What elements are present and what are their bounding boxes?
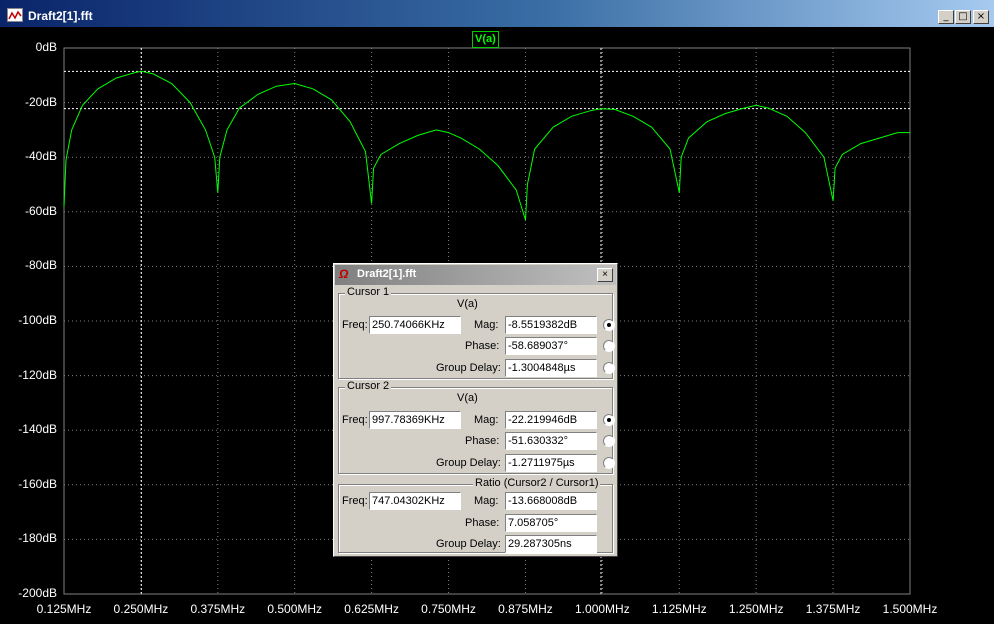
ratio-phase-field[interactable]: 7.058705° bbox=[505, 514, 597, 532]
dialog-close-button[interactable]: × bbox=[597, 268, 613, 282]
x-tick-label: 0.500MHz bbox=[267, 602, 323, 616]
y-tick-label: -60dB bbox=[24, 203, 57, 218]
cursor2-freq-field[interactable]: 997.78369KHz bbox=[369, 411, 461, 429]
x-tick-label: 1.500MHz bbox=[882, 602, 938, 616]
cursor1-gd-field[interactable]: -1.3004848µs bbox=[505, 359, 597, 377]
ratio-freq-label: Freq: bbox=[342, 495, 368, 507]
x-tick-label: 1.125MHz bbox=[651, 602, 707, 616]
x-tick-label: 0.250MHz bbox=[113, 602, 169, 616]
ratio-freq-field[interactable]: 747.04302KHz bbox=[369, 492, 461, 510]
cursor2-phase-label: Phase: bbox=[465, 435, 500, 447]
cursor1-title: Cursor 1 bbox=[345, 286, 392, 298]
x-tick-label: 0.625MHz bbox=[344, 602, 399, 616]
y-tick-label: -160dB bbox=[18, 476, 57, 491]
cursor2-phase-radio[interactable] bbox=[603, 435, 615, 447]
dialog-titlebar[interactable]: Ω Draft2[1].fft × bbox=[335, 265, 616, 285]
cursor1-gd-radio[interactable] bbox=[603, 362, 615, 374]
x-tick-label: 0.125MHz bbox=[36, 602, 92, 616]
cursor1-trace: V(a) bbox=[457, 298, 478, 310]
cursor1-mag-field[interactable]: -8.5519382dB bbox=[505, 316, 597, 334]
y-tick-label: -140dB bbox=[18, 422, 57, 437]
x-tick-label: 0.750MHz bbox=[421, 602, 476, 616]
ratio-mag-field[interactable]: -13.668008dB bbox=[505, 492, 597, 510]
y-tick-label: -20dB bbox=[24, 94, 57, 109]
cursor2-phase-field[interactable]: -51.630332° bbox=[505, 432, 597, 450]
ratio-title: Ratio (Cursor2 / Cursor1) bbox=[473, 477, 601, 489]
cursor2-mag-field[interactable]: -22.219946dB bbox=[505, 411, 597, 429]
cursor1-group: Cursor 1 V(a) Freq: 250.74066KHz Mag: -8… bbox=[338, 286, 615, 379]
x-tick-label: 0.875MHz bbox=[498, 602, 553, 616]
cursor2-gd-radio[interactable] bbox=[603, 457, 615, 469]
cursor-dialog[interactable]: Ω Draft2[1].fft × Cursor 1 V(a) Freq: 25… bbox=[333, 263, 618, 557]
dialog-title: Draft2[1].fft bbox=[357, 268, 417, 280]
ratio-mag-label: Mag: bbox=[474, 495, 499, 507]
y-tick-label: -200dB bbox=[18, 586, 57, 600]
cursor1-freq-field[interactable]: 250.74066KHz bbox=[369, 316, 461, 334]
cursor2-freq-label: Freq: bbox=[342, 414, 368, 426]
y-tick-label: 0dB bbox=[35, 40, 57, 54]
x-tick-label: 0.375MHz bbox=[190, 602, 246, 616]
cursor2-mag-label: Mag: bbox=[474, 414, 499, 426]
cursor1-freq-label: Freq: bbox=[342, 319, 368, 331]
cursor1-mag-radio[interactable] bbox=[603, 319, 615, 331]
cursor2-gd-label: Group Delay: bbox=[436, 457, 501, 469]
ratio-gd-field[interactable]: 29.287305ns bbox=[505, 535, 597, 553]
cursor2-group: Cursor 2 V(a) Freq: 997.78369KHz Mag: -2… bbox=[338, 380, 615, 474]
ratio-group: Ratio (Cursor2 / Cursor1) Freq: 747.0430… bbox=[338, 477, 613, 553]
y-tick-label: -100dB bbox=[18, 313, 57, 327]
y-tick-label: -80dB bbox=[24, 258, 57, 273]
cursor2-gd-field[interactable]: -1.2711975µs bbox=[505, 454, 597, 472]
cursor1-mag-label: Mag: bbox=[474, 319, 499, 331]
x-tick-label: 1.375MHz bbox=[805, 602, 861, 616]
cursor2-title: Cursor 2 bbox=[345, 380, 392, 392]
cursor1-phase-radio[interactable] bbox=[603, 340, 615, 352]
y-tick-label: -40dB bbox=[24, 149, 57, 164]
cursor1-phase-label: Phase: bbox=[465, 340, 500, 352]
cursor1-phase-field[interactable]: -58.689037° bbox=[505, 337, 597, 355]
trace-label[interactable]: V(a) bbox=[472, 31, 499, 48]
y-tick-label: -120dB bbox=[18, 367, 57, 382]
x-tick-label: 1.250MHz bbox=[728, 602, 784, 616]
cursor1-gd-label: Group Delay: bbox=[436, 362, 501, 374]
ltspice-icon: Ω bbox=[339, 267, 349, 281]
ratio-gd-label: Group Delay: bbox=[436, 538, 501, 550]
ratio-phase-label: Phase: bbox=[465, 517, 500, 529]
x-tick-label: 1.000MHz bbox=[575, 602, 630, 616]
cursor2-mag-radio[interactable] bbox=[603, 414, 615, 426]
y-tick-label: -180dB bbox=[18, 531, 57, 546]
trace-va bbox=[63, 70, 910, 221]
cursor2-trace: V(a) bbox=[457, 392, 478, 404]
